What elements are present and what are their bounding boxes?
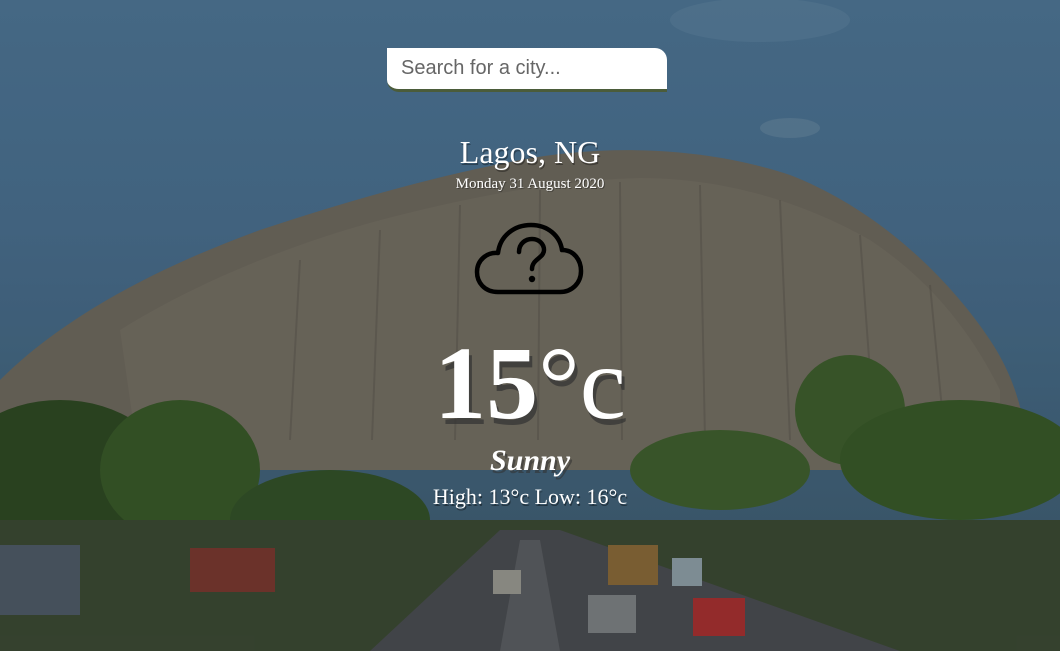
search-bar	[387, 48, 667, 92]
location-title: Lagos, NG	[459, 134, 601, 170]
high-low-temperature: High: 13°c Low: 16°c	[432, 484, 628, 509]
temperature-unit: °c	[538, 326, 626, 441]
city-search-input[interactable]	[387, 48, 667, 92]
weather-condition: Sunny	[489, 444, 571, 477]
temperature-value: 15	[434, 326, 539, 441]
current-date: Monday 31 August 2020	[455, 176, 605, 192]
current-temperature: 15°c	[0, 328, 1060, 440]
cloud-question-icon	[474, 222, 584, 298]
